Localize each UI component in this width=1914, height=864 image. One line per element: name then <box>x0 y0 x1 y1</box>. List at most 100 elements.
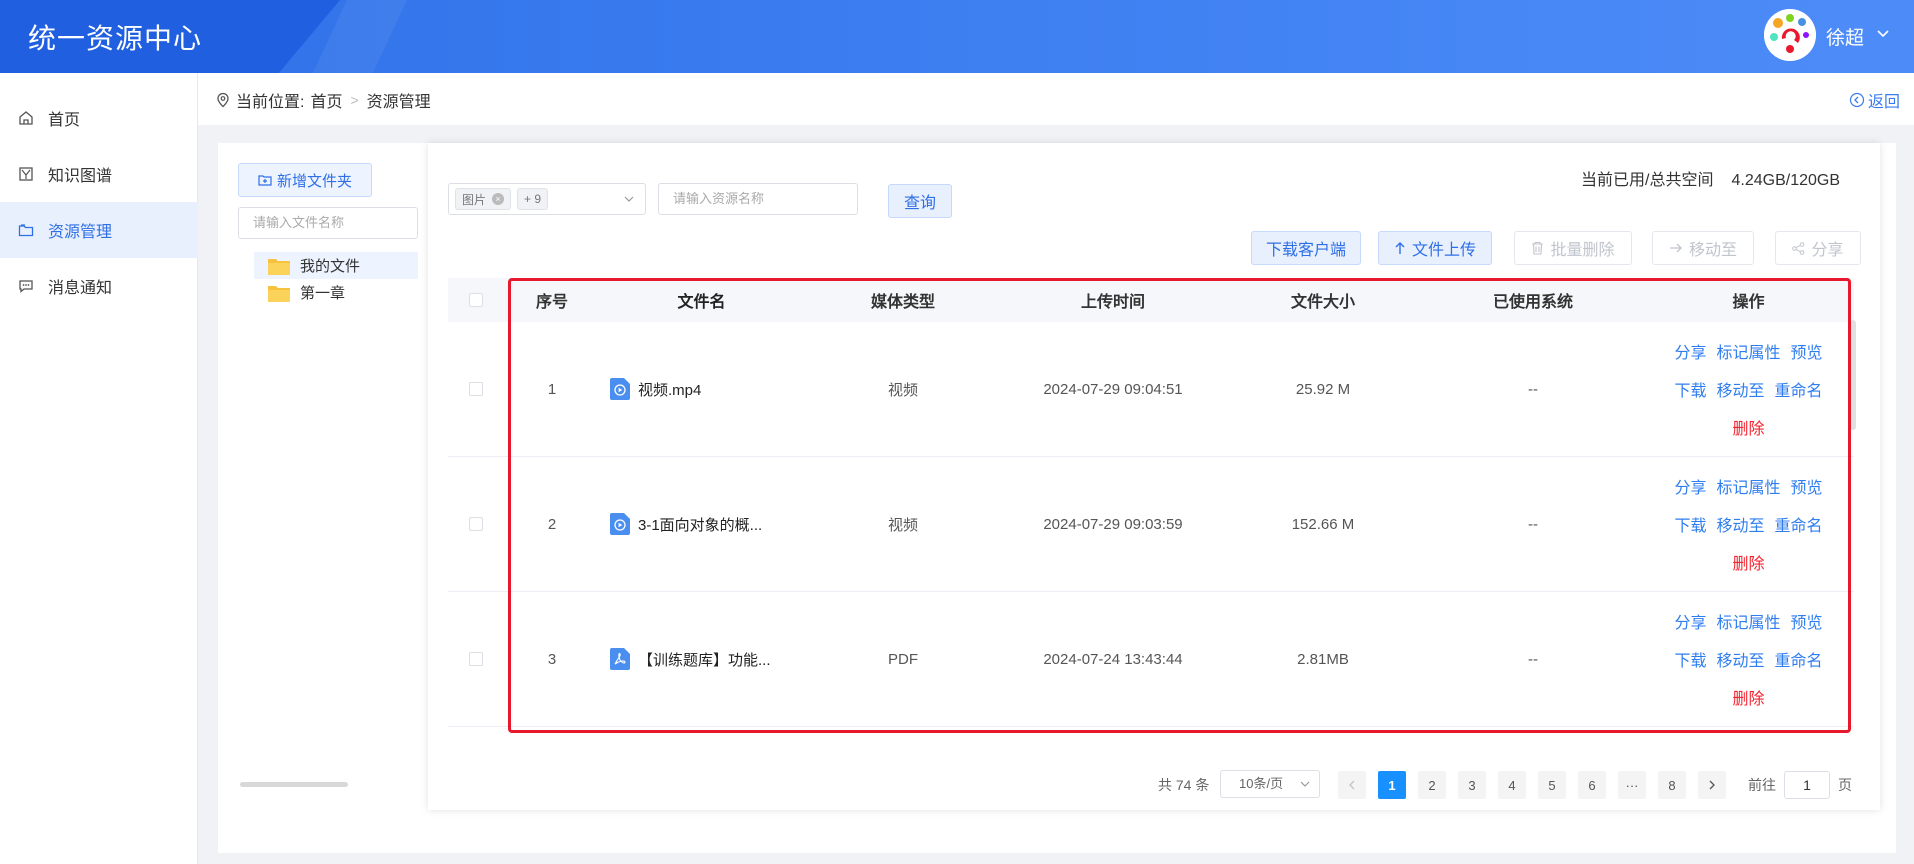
upload-button[interactable]: 文件上传 <box>1378 231 1492 265</box>
download-client-label: 下载客户端 <box>1265 242 1346 259</box>
page-size-select[interactable]: 10条/页 <box>1220 770 1320 798</box>
mark-attribute-link[interactable]: 标记属性 <box>1716 609 1780 633</box>
vertical-scrollbar[interactable] <box>1850 320 1856 430</box>
delete-link[interactable]: 删除 <box>1732 550 1764 574</box>
move-to-link[interactable]: 移动至 <box>1716 377 1764 401</box>
page-button[interactable]: 4 <box>1498 771 1526 799</box>
sidebar-item-knowledge-graph[interactable]: 知识图谱 <box>0 146 198 202</box>
page-size-label: 10条/页 <box>1239 776 1284 791</box>
back-button[interactable]: 返回 <box>1849 88 1900 112</box>
download-client-button[interactable]: 下载客户端 <box>1251 231 1361 265</box>
folder-search-input[interactable]: 请输入文件名称 <box>238 207 418 239</box>
move-to-label: 移动至 <box>1688 242 1737 259</box>
share-link[interactable]: 分享 <box>1674 474 1706 498</box>
tree-item-chapter-one[interactable]: 第一章 <box>254 279 418 306</box>
file-name-link[interactable]: 3-1面向对象的概... <box>638 514 762 535</box>
chevron-right-icon <box>1709 780 1715 790</box>
share-link[interactable]: 分享 <box>1674 609 1706 633</box>
move-to-link[interactable]: 移动至 <box>1716 647 1764 671</box>
used-system: -- <box>1528 515 1538 533</box>
delete-link[interactable]: 删除 <box>1732 415 1764 439</box>
page-button[interactable]: 1 <box>1378 771 1406 799</box>
column-header-media-type: 媒体类型 <box>870 294 935 311</box>
back-label: 返回 <box>1867 94 1900 111</box>
breadcrumb-current: 资源管理 <box>366 94 431 111</box>
batch-delete-button[interactable]: 批量删除 <box>1514 231 1632 265</box>
download-link[interactable]: 下载 <box>1674 647 1706 671</box>
row-checkbox[interactable] <box>469 652 483 666</box>
user-name[interactable]: 徐超 <box>1826 23 1864 50</box>
filter-tag-more: + 9 <box>517 188 549 210</box>
move-to-link[interactable]: 移动至 <box>1716 512 1764 536</box>
download-link[interactable]: 下载 <box>1674 512 1706 536</box>
more-pages-button[interactable]: ··· <box>1618 771 1646 799</box>
rename-link[interactable]: 重命名 <box>1775 647 1823 671</box>
table-row: 3 【训练题库】功能... PDF 2024-07-24 13:43:44 2.… <box>448 592 1854 727</box>
video-file-icon <box>610 378 630 400</box>
preview-link[interactable]: 预览 <box>1791 609 1823 633</box>
main-content: 新增文件夹 请输入文件名称 我的文件 第一章 图片 × + 9 请输入资源名称 … <box>218 143 1896 853</box>
chevron-down-icon[interactable] <box>1874 24 1892 42</box>
file-name-link[interactable]: 视频.mp4 <box>638 379 701 400</box>
rename-link[interactable]: 重命名 <box>1775 377 1823 401</box>
filter-tag[interactable]: 图片 × <box>455 188 512 210</box>
folder-icon <box>268 285 290 302</box>
sidebar-item-notifications[interactable]: 消息通知 <box>0 258 198 314</box>
column-header-actions: 操作 <box>1732 294 1765 311</box>
arrow-right-icon <box>1669 243 1682 253</box>
breadcrumb-prefix: 当前位置: <box>236 94 305 111</box>
download-link[interactable]: 下载 <box>1674 377 1706 401</box>
breadcrumb-bar: 当前位置: 首页 > 资源管理 返回 <box>198 73 1914 125</box>
table-row: 1 视频.mp4 视频 2024-07-29 09:04:51 25.92 M … <box>448 322 1854 457</box>
mark-attribute-link[interactable]: 标记属性 <box>1716 474 1780 498</box>
media-type-select[interactable]: 图片 × + 9 <box>448 183 646 215</box>
page-button[interactable]: 6 <box>1578 771 1606 799</box>
rename-link[interactable]: 重命名 <box>1775 512 1823 536</box>
sidebar-item-resource-management[interactable]: 资源管理 <box>0 202 198 258</box>
file-size: 152.66 M <box>1291 515 1355 533</box>
select-all-checkbox[interactable] <box>469 293 483 307</box>
row-actions: 分享 标记属性 预览 下载 移动至 重命名 删除 <box>1643 339 1854 439</box>
sidebar-item-label: 知识图谱 <box>48 168 113 185</box>
chevron-down-icon <box>1300 781 1310 787</box>
goto-suffix: 页 <box>1838 777 1852 793</box>
media-type: 视频 <box>887 381 918 399</box>
column-header-upload-time: 上传时间 <box>1080 294 1145 311</box>
message-icon <box>19 280 33 293</box>
mark-attribute-link[interactable]: 标记属性 <box>1716 339 1780 363</box>
share-link[interactable]: 分享 <box>1674 339 1706 363</box>
horizontal-scrollbar[interactable] <box>240 782 348 787</box>
goto-page-input[interactable]: 1 <box>1784 771 1830 799</box>
preview-link[interactable]: 预览 <box>1791 474 1823 498</box>
page-button[interactable]: 3 <box>1458 771 1486 799</box>
user-avatar[interactable] <box>1764 9 1816 61</box>
query-button[interactable]: 查询 <box>888 184 952 218</box>
page-button[interactable]: 8 <box>1658 771 1686 799</box>
media-type: PDF <box>888 650 918 668</box>
upload-time: 2024-07-24 13:43:44 <box>1043 650 1183 668</box>
share-icon <box>1792 241 1805 255</box>
filter-tag-label: 图片 <box>462 192 487 207</box>
tree-item-my-files[interactable]: 我的文件 <box>254 252 418 279</box>
row-checkbox[interactable] <box>469 382 483 396</box>
share-button[interactable]: 分享 <box>1775 231 1861 265</box>
row-checkbox[interactable] <box>469 517 483 531</box>
file-name-link[interactable]: 【训练题库】功能... <box>638 649 771 670</box>
column-header-file-size: 文件大小 <box>1290 294 1355 311</box>
sidebar-item-home[interactable]: 首页 <box>0 90 198 146</box>
move-to-button[interactable]: 移动至 <box>1652 231 1754 265</box>
delete-link[interactable]: 删除 <box>1732 685 1764 709</box>
new-folder-button[interactable]: 新增文件夹 <box>238 163 372 197</box>
page-button[interactable]: 5 <box>1538 771 1566 799</box>
page-button[interactable]: 2 <box>1418 771 1446 799</box>
close-icon[interactable]: × <box>492 193 505 205</box>
resource-name-input[interactable]: 请输入资源名称 <box>658 183 858 215</box>
column-header-used-system: 已使用系统 <box>1492 294 1573 311</box>
pdf-file-icon <box>610 648 630 670</box>
sidebar-item-label: 首页 <box>48 112 81 129</box>
breadcrumb-home[interactable]: 首页 <box>310 88 342 112</box>
prev-page-button[interactable] <box>1338 771 1366 799</box>
chevron-down-icon <box>624 196 634 202</box>
next-page-button[interactable] <box>1698 771 1726 799</box>
preview-link[interactable]: 预览 <box>1791 339 1823 363</box>
